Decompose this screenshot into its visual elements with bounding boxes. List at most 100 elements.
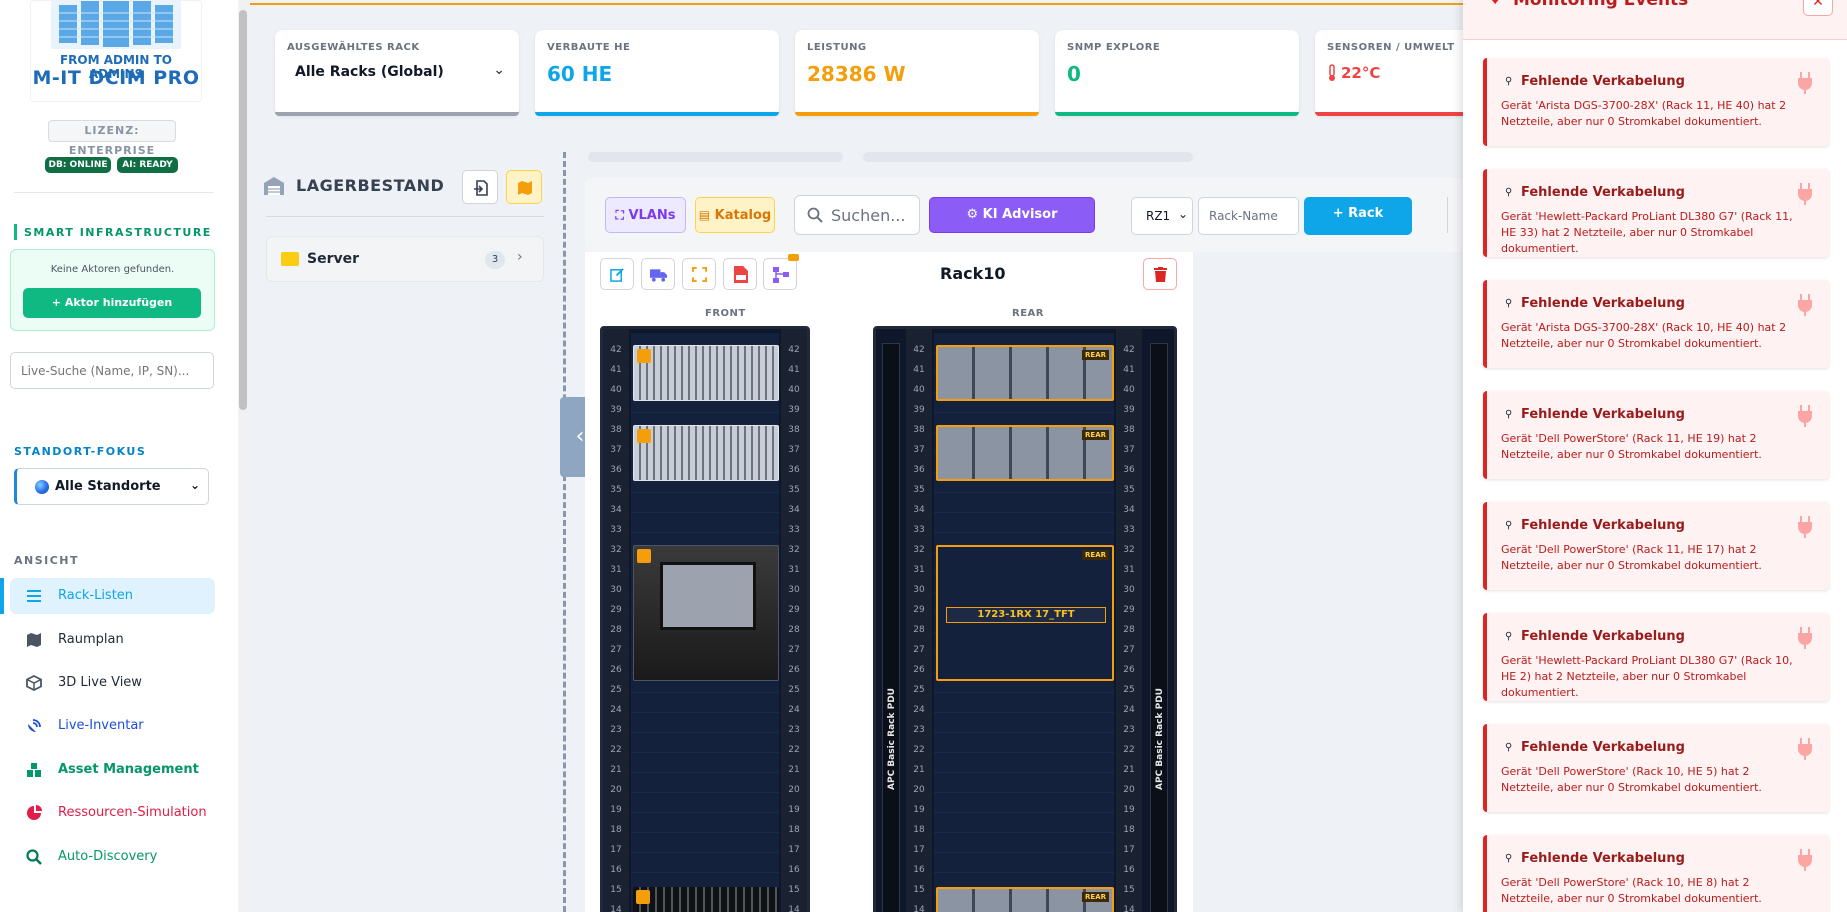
stat-bar [795, 112, 1039, 116]
delete-rack-button[interactable] [1143, 258, 1177, 290]
topology-button[interactable] [763, 254, 799, 290]
rack-search-input[interactable]: Suchen... [794, 195, 920, 235]
device-dell-server[interactable] [633, 887, 779, 912]
section-accent [14, 224, 17, 240]
pdf-export-button[interactable] [723, 258, 757, 290]
event-text: Gerät 'Hewlett-Packard ProLiant DL380 G7… [1501, 210, 1793, 255]
event-text: Gerät 'Dell PowerStore' (Rack 11, HE 19)… [1501, 432, 1762, 461]
unit-number: 29 [610, 605, 622, 615]
nav-rack-lists[interactable]: Rack-Listen [10, 578, 215, 614]
server-rack-logo-icon [51, 1, 181, 49]
unit-number: 31 [1123, 565, 1135, 575]
nav-auto-discovery[interactable]: Auto-Discovery [10, 839, 215, 875]
unit-number: 18 [610, 825, 622, 835]
pdu-left[interactable]: APC Basic Rack PDU [882, 343, 900, 912]
device-rear-server-3[interactable]: REAR [936, 887, 1114, 912]
stat-label: SNMP EXPLORE [1067, 42, 1161, 53]
event-text: Gerät 'Arista DGS-3700-28X' (Rack 10, HE… [1501, 321, 1787, 350]
folder-name: Server [307, 251, 360, 267]
stat-power: LEISTUNG 28386 W [795, 30, 1039, 116]
location-selected: Alle Standorte [55, 479, 161, 494]
add-actor-button[interactable]: + Aktor hinzufügen [23, 288, 201, 318]
unit-number: 34 [610, 505, 622, 515]
event-card[interactable]: ⚲ Fehlende Verkabelung Gerät 'Dell PowerSt… [1483, 724, 1829, 812]
plug-small-icon: ⚲ [1505, 742, 1513, 753]
unit-number: 33 [788, 525, 800, 535]
device-rear-server-2[interactable]: REAR [936, 425, 1114, 481]
unit-number: 24 [610, 705, 622, 715]
event-card[interactable]: ⚲ Fehlende Verkabelung Gerät 'Arista DGS-3… [1483, 280, 1829, 368]
device-kvm-console[interactable] [633, 545, 779, 681]
room-select[interactable]: RZ1 ⌄ [1131, 197, 1193, 235]
add-rack-button[interactable]: + Rack [1304, 197, 1412, 235]
event-card[interactable]: ⚲ Fehlende Verkabelung Gerät 'Dell PowerSt… [1483, 835, 1829, 912]
unit-number: 39 [1123, 405, 1135, 415]
vlans-button[interactable]: ⛶ VLANs [605, 197, 686, 233]
room-value: RZ1 [1146, 209, 1171, 223]
zoom-icon[interactable] [636, 890, 650, 904]
catalog-button[interactable]: ▤ Katalog [695, 197, 775, 233]
rack-name-input[interactable]: Rack-Name [1198, 197, 1299, 235]
fullscreen-button[interactable] [682, 258, 716, 290]
rack-select-value[interactable]: Alle Racks (Global) [295, 64, 444, 80]
import-button[interactable] [462, 170, 498, 204]
file-pdf-icon [734, 266, 748, 283]
unit-number: 30 [610, 585, 622, 595]
nav-live-inventory[interactable]: Live-Inventar [10, 708, 215, 744]
unit-number: 20 [610, 785, 622, 795]
zoom-icon[interactable] [637, 349, 651, 363]
unit-number: 22 [913, 745, 925, 755]
close-panel-button[interactable]: ✕ [1803, 0, 1833, 16]
zoom-icon[interactable] [637, 429, 651, 443]
nav-asset-management[interactable]: Asset Management [10, 752, 215, 788]
unit-number: 36 [788, 465, 800, 475]
unit-number: 21 [610, 765, 622, 775]
nav-3d-live-view[interactable]: 3D Live View [10, 665, 215, 701]
unit-number: 15 [1123, 885, 1135, 895]
device-switch-2[interactable] [633, 425, 779, 481]
location-select[interactable]: Alle Standorte ⌄ [14, 468, 209, 505]
view-heading: ANSICHT [14, 554, 80, 567]
event-card[interactable]: ⚲ Fehlende Verkabelung Gerät 'Hewlett-Pack… [1483, 169, 1829, 257]
edit-rack-button[interactable] [600, 258, 634, 290]
event-card[interactable]: ⚲ Fehlende Verkabelung Gerät 'Arista DGS-3… [1483, 58, 1829, 146]
device-switch-1[interactable] [633, 345, 779, 401]
app-root: FROM ADMIN TO ADMINS M-IT DCIM PRO LIZEN… [0, 0, 1847, 912]
unit-number: 30 [1123, 585, 1135, 595]
map-button[interactable] [506, 170, 542, 204]
ghost-element [863, 152, 1193, 162]
zoom-icon[interactable] [637, 549, 651, 563]
folder-server[interactable]: Server 3 › [266, 236, 544, 282]
alert-icon: ♥ [1489, 0, 1502, 8]
live-search-input[interactable] [10, 352, 214, 389]
stat-selected-rack[interactable]: AUSGEWÄHLTES RACK Alle Racks (Global) ⌄ [275, 30, 519, 116]
truck-icon [650, 269, 667, 282]
unit-number: 26 [1123, 665, 1135, 675]
event-card[interactable]: ⚲ Fehlende Verkabelung Gerät 'Hewlett-Pack… [1483, 613, 1829, 701]
device-rear-server-1[interactable]: REAR [936, 345, 1114, 401]
plug-small-icon: ⚲ [1505, 187, 1513, 198]
event-card[interactable]: ⚲ Fehlende Verkabelung Gerät 'Dell PowerSt… [1483, 391, 1829, 479]
unit-number: 33 [913, 525, 925, 535]
unit-number: 19 [913, 805, 925, 815]
device-rear-kvm[interactable]: REAR 1723-1RX 17_TFT [936, 545, 1114, 681]
nav-room-plan[interactable]: Raumplan [10, 622, 215, 658]
chevron-left-icon: ‹ [575, 424, 585, 449]
unit-number: 39 [913, 405, 925, 415]
panel-splitter[interactable] [563, 152, 566, 912]
unit-number: 27 [1123, 645, 1135, 655]
pdu-right[interactable]: APC Basic Rack PDU [1150, 343, 1168, 912]
stat-bar [275, 112, 519, 116]
search-icon [807, 207, 823, 223]
ai-advisor-button[interactable]: ⚙ KI Advisor [929, 197, 1095, 233]
nav-resource-simulation[interactable]: Ressourcen-Simulation [10, 795, 215, 831]
sidebar-scrollbar-thumb[interactable] [239, 10, 247, 410]
plug-icon [1798, 183, 1812, 205]
nav-label: Auto-Discovery [58, 849, 158, 864]
event-card[interactable]: ⚲ Fehlende Verkabelung Gerät 'Dell PowerSt… [1483, 502, 1829, 590]
event-title: Fehlende Verkabelung [1521, 851, 1685, 866]
boxes-icon [27, 763, 41, 777]
plug-small-icon: ⚲ [1505, 298, 1513, 309]
unit-number: 32 [788, 545, 800, 555]
move-rack-button[interactable] [641, 258, 675, 290]
